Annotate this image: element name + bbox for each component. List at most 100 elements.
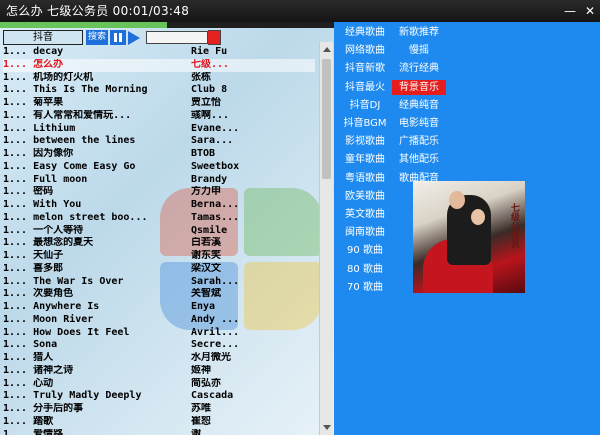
song-row[interactable]: 1... between the lines Sara...	[3, 135, 315, 148]
song-row[interactable]: 1... 猎人 水月微光	[3, 352, 315, 365]
song-row[interactable]: 1... 机场的灯火机 张栋	[3, 72, 315, 85]
search-input[interactable]	[3, 30, 83, 45]
search-button[interactable]: 搜索	[86, 30, 109, 45]
title-bar: 怎么办 七级公务员 00:01/03:48 — ✕	[0, 0, 600, 22]
song-row[interactable]: 1... Lithium Evane...	[3, 123, 315, 136]
song-artist: Qsmile	[191, 224, 228, 236]
song-title: 1... 分手后的事	[3, 403, 84, 414]
song-row[interactable]: 1... Moon River Andy ...	[3, 314, 315, 327]
category-item[interactable]: 闽南歌曲	[338, 225, 392, 240]
song-row[interactable]: 1... 菊苹果 贾立怡	[3, 97, 315, 110]
song-artist: Sara...	[191, 135, 234, 147]
song-title: 1... melon street boo...	[3, 211, 148, 223]
category-panel: 七级公务员 经典歌曲网络歌曲抖音新歌抖音最火抖音DJ 抖音BGM 影视歌曲童年歌曲粤…	[334, 22, 600, 435]
song-row[interactable]: 1... This Is The Morning Club 8	[3, 84, 315, 97]
song-title: 1... Sona	[3, 339, 58, 351]
song-title: 1... Truly Madly Deeply	[3, 390, 142, 402]
category-item-selected[interactable]: 背景音乐	[392, 79, 446, 95]
minimize-icon[interactable]: —	[564, 0, 576, 22]
category-item[interactable]: 歌曲配音	[392, 171, 446, 186]
volume-slider[interactable]	[146, 31, 209, 44]
category-item[interactable]: 童年歌曲	[338, 152, 392, 167]
category-item[interactable]: 经典纯音	[392, 98, 446, 113]
song-row[interactable]: 1... 怎么办 七级...	[3, 58, 315, 72]
song-row[interactable]: 1... Truly Madly Deeply Cascada	[3, 390, 315, 403]
song-artist: 苏唯	[191, 403, 211, 414]
category-item[interactable]: 90 歌曲	[338, 243, 392, 258]
song-title: 1... decay	[3, 46, 64, 57]
category-item[interactable]: 其他配乐	[392, 152, 446, 167]
category-item[interactable]: 抖音新歌	[338, 61, 392, 76]
category-item[interactable]: 抖音最火	[338, 80, 392, 95]
play-icon[interactable]	[128, 30, 141, 45]
song-artist: 白若溪	[191, 237, 221, 249]
album-cover: 七级公务员	[413, 181, 525, 293]
song-title: 1... How Does It Feel	[3, 326, 130, 338]
song-row[interactable]: 1... 踏歌 崔恕	[3, 416, 315, 429]
song-title: 1... This Is The Morning	[3, 84, 148, 96]
song-artist: 崔恕	[191, 415, 211, 427]
category-item[interactable]: 网络歌曲	[338, 43, 392, 58]
song-artist: 彧啊...	[191, 109, 230, 121]
category-item[interactable]: 英文歌曲	[338, 207, 392, 222]
song-list-scrollbar[interactable]	[319, 42, 333, 435]
song-row[interactable]: 1... How Does It Feel Avril...	[3, 327, 315, 340]
song-row[interactable]: 1... 密码 方力申	[3, 186, 315, 199]
scroll-down-icon[interactable]	[323, 425, 331, 430]
song-row[interactable]: 1... 有人常常和爱情玩... 彧啊...	[3, 110, 315, 123]
song-artist: BTOB	[191, 148, 216, 159]
category-item[interactable]: 影视歌曲	[338, 134, 392, 149]
song-row[interactable]: 1... Full moon Brandy	[3, 174, 315, 187]
song-row[interactable]: 1... Sona Secre...	[3, 339, 315, 352]
song-row[interactable]: 1... 次要角色 关智斌	[3, 288, 315, 301]
song-title: 1... 喜多郎	[3, 262, 64, 274]
song-row[interactable]: 1... Easy Come Easy Go Sweetbox	[3, 161, 315, 174]
song-row[interactable]: 1... decay Rie Fu	[3, 46, 315, 59]
song-artist: 关智斌	[191, 288, 221, 300]
scroll-up-icon[interactable]	[323, 47, 331, 52]
song-title: 1... Full moon	[3, 173, 88, 185]
category-item[interactable]: 电影纯音	[392, 116, 446, 131]
category-item[interactable]: 新歌推荐	[392, 25, 446, 40]
song-row[interactable]: 1... 诸神之诗 姬神	[3, 365, 315, 378]
window-title: 怎么办 七级公务员 00:01/03:48	[6, 4, 190, 18]
song-row[interactable]: 1... 分手后的事 苏唯	[3, 403, 315, 416]
song-title: 1... Lithium	[3, 122, 76, 134]
song-row[interactable]: 1... The War Is Over Sarah...	[3, 276, 315, 289]
player-controls: 搜索	[3, 30, 222, 45]
volume-max-handle[interactable]	[208, 30, 222, 45]
song-row[interactable]: 1... 爱情路 谢...	[3, 429, 315, 435]
song-title: 1... 因为像你	[3, 148, 74, 159]
song-row[interactable]: 1... melon street boo... Tamas...	[3, 212, 315, 225]
scrollbar-thumb[interactable]	[322, 59, 331, 179]
category-item[interactable]: 70 歌曲	[338, 280, 392, 295]
category-item[interactable]: 抖音BGM	[338, 116, 392, 131]
category-item[interactable]: 粤语歌曲	[338, 171, 392, 186]
song-artist: Andy ...	[191, 313, 240, 325]
song-title: 1... 踏歌	[3, 415, 54, 427]
song-artist: 水月微光	[191, 352, 231, 363]
song-artist: 七级...	[191, 58, 230, 70]
song-row[interactable]: 1... Anywhere Is Enya	[3, 301, 315, 314]
category-item[interactable]: 广播配乐	[392, 134, 446, 149]
song-row[interactable]: 1... 一个人等待 Qsmile	[3, 225, 315, 238]
close-icon[interactable]: ✕	[584, 0, 596, 22]
song-row[interactable]: 1... 天仙子 谢东笑	[3, 250, 315, 263]
song-artist: Evane...	[191, 122, 240, 134]
song-title: 1... 诸神之诗	[3, 364, 74, 376]
category-item[interactable]: 慢摇	[392, 43, 446, 58]
category-item[interactable]: 流行经典	[392, 61, 446, 76]
song-row[interactable]: 1... 因为像你 BTOB	[3, 148, 315, 161]
song-row[interactable]: 1... 喜多郎 梁汉文	[3, 263, 315, 276]
category-item[interactable]: 抖音DJ	[338, 98, 392, 113]
pause-icon[interactable]	[110, 30, 127, 45]
song-row[interactable]: 1... 心动 简弘亦	[3, 378, 315, 391]
song-row[interactable]: 1... With You Berna...	[3, 199, 315, 212]
song-artist: Sarah...	[191, 275, 240, 287]
song-artist: 张栋	[191, 71, 211, 83]
category-item[interactable]: 欧美歌曲	[338, 189, 392, 204]
category-item[interactable]: 经典歌曲	[338, 25, 392, 40]
song-artist: 谢...	[191, 428, 220, 435]
song-row[interactable]: 1... 最想念的夏天 白若溪	[3, 237, 315, 250]
category-item[interactable]: 80 歌曲	[338, 262, 392, 277]
